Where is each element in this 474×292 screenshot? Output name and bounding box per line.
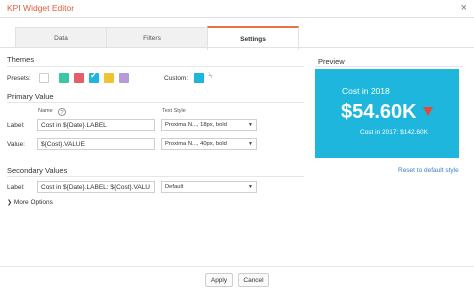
secondary-label-caption: Label: bbox=[7, 184, 25, 191]
text-style-column-label: Text Style bbox=[162, 108, 186, 114]
primary-value-style-value: Proxima N..., 40px, bold bbox=[165, 141, 227, 147]
primary-label-caption: Label: bbox=[7, 122, 25, 129]
preview-divider bbox=[315, 66, 463, 67]
primary-value-input[interactable]: ${Cost}.VALUE bbox=[37, 138, 155, 150]
help-icon[interactable]: ? bbox=[58, 108, 66, 116]
custom-label: Custom: bbox=[164, 75, 189, 82]
secondary-values-heading: Secondary Values bbox=[7, 166, 68, 175]
footer-divider bbox=[0, 266, 474, 267]
primary-label-input[interactable]: Cost in ${Date}.LABEL bbox=[37, 119, 155, 131]
kpi-preview-card: Cost in 2018 $54.60K Cost in 2017: $142.… bbox=[315, 69, 459, 158]
name-column-label: Name bbox=[38, 108, 53, 114]
tab-filters[interactable]: Filters bbox=[106, 28, 197, 48]
reset-style-link[interactable]: Reset to default style bbox=[398, 167, 459, 174]
preview-title: Cost in 2018 bbox=[342, 86, 390, 96]
chevron-down-icon: ▼ bbox=[248, 122, 253, 128]
more-options-toggle[interactable]: ❯ More Options bbox=[7, 199, 53, 206]
preset-swatch-purple[interactable] bbox=[119, 73, 129, 83]
primary-value-style-select[interactable]: Proxima N..., 40px, bold ▼ bbox=[161, 138, 257, 150]
window-title: KPI Widget Editor bbox=[7, 3, 75, 13]
preview-heading: Preview bbox=[318, 57, 345, 66]
check-icon: ✓ bbox=[90, 70, 98, 80]
primary-label-style-select[interactable]: Proxima N..., 18px, bold ▼ bbox=[161, 119, 257, 131]
paint-bucket-icon[interactable]: ⍀ bbox=[208, 71, 213, 81]
secondary-style-select[interactable]: Default ▼ bbox=[161, 181, 257, 193]
tab-bar: Data Filters Settings bbox=[15, 26, 299, 50]
preset-swatch-yellow[interactable] bbox=[104, 73, 114, 83]
apply-button[interactable]: Apply bbox=[205, 273, 233, 287]
primary-label-style-value: Proxima N..., 18px, bold bbox=[165, 122, 227, 128]
chevron-down-icon: ▼ bbox=[248, 141, 253, 147]
chevron-down-icon: ▼ bbox=[248, 184, 253, 190]
trend-down-icon bbox=[423, 107, 433, 116]
preset-swatch-white[interactable] bbox=[39, 73, 49, 83]
themes-divider bbox=[7, 66, 304, 67]
tab-divider bbox=[0, 47, 474, 48]
primary-value-heading: Primary Value bbox=[7, 92, 54, 101]
secondary-label-input[interactable]: Cost in ${Date}.LABEL: ${Cost}.VALU bbox=[37, 181, 155, 193]
preview-comparison: Cost in 2017: $142.60K bbox=[360, 129, 428, 136]
secondary-style-value: Default bbox=[165, 184, 184, 190]
secondary-divider bbox=[7, 176, 304, 177]
preset-swatch-blue-selected[interactable]: ✓ bbox=[89, 70, 99, 83]
preset-swatch-red[interactable] bbox=[74, 73, 84, 83]
primary-value-caption: Value: bbox=[7, 141, 25, 148]
cancel-button[interactable]: Cancel bbox=[238, 273, 269, 287]
tab-data[interactable]: Data bbox=[16, 28, 106, 48]
custom-color-swatch[interactable] bbox=[194, 73, 204, 83]
title-bar: KPI Widget Editor × bbox=[0, 0, 474, 18]
themes-heading: Themes bbox=[7, 55, 35, 64]
preview-value: $54.60K bbox=[341, 101, 417, 123]
preset-swatch-teal[interactable] bbox=[59, 73, 69, 83]
presets-label: Presets: bbox=[7, 75, 31, 82]
chevron-right-icon: ❯ bbox=[7, 200, 13, 206]
primary-divider bbox=[7, 102, 304, 103]
close-icon[interactable]: × bbox=[461, 1, 467, 15]
more-options-label: More Options bbox=[13, 199, 53, 206]
